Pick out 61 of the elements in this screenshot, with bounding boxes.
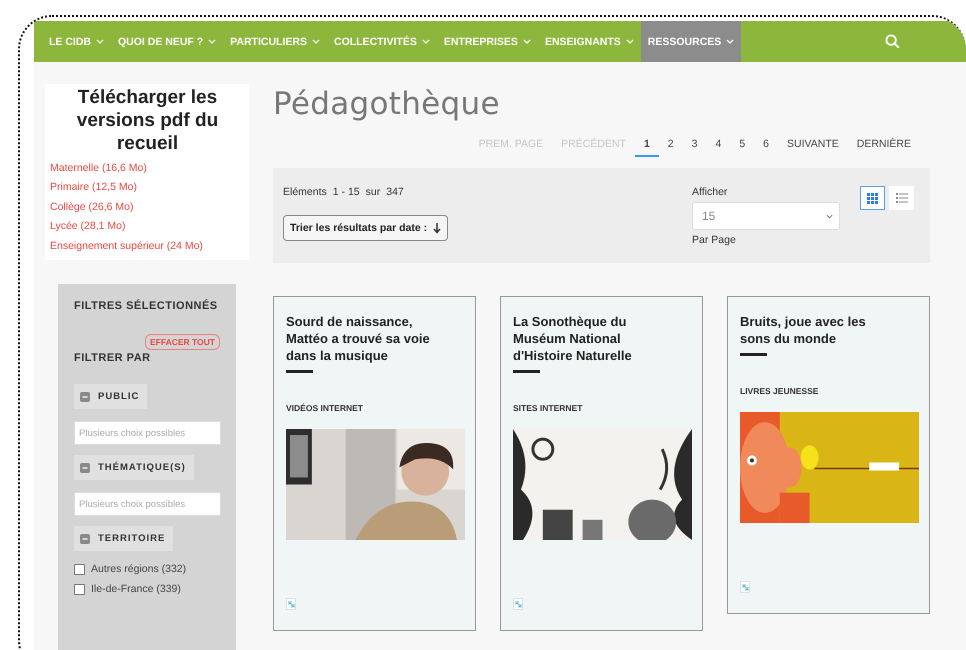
pagination-link[interactable]: 5 <box>730 138 754 157</box>
card-title: La Sonothèque du Muséum National d'Histoire Naturelle <box>513 313 633 364</box>
pagination-link[interactable]: 2 <box>658 138 683 157</box>
elements-label: Eléments <box>283 186 327 198</box>
resource-card[interactable]: La Sonothèque du Muséum National d'Histoire Naturelle SITES INTERNET <box>500 296 703 631</box>
checkbox[interactable] <box>74 584 85 595</box>
filter-by-heading: FILTRER PAR <box>74 352 152 364</box>
filter-input-field[interactable]: Plusieurs choix possibles <box>74 492 221 516</box>
checkbox[interactable] <box>74 564 85 575</box>
card-title: Sourd de naissance, Mattéo a trouvé sa voie dans la musique <box>286 313 431 364</box>
bookmark-icon[interactable] <box>740 581 750 593</box>
caret-icon <box>726 39 734 44</box>
pdf-link[interactable]: Enseignement supérieur (24 Mo) <box>50 236 245 256</box>
per-page-select[interactable]: 15 <box>692 202 840 230</box>
grid-view-button[interactable] <box>860 186 885 210</box>
search-icon[interactable] <box>885 34 900 49</box>
caret-icon <box>96 39 104 44</box>
range-text: 1 - 15 <box>332 186 360 198</box>
resource-card[interactable]: Sourd de naissance, Mattéo a trouvé sa voie dans la musique VIDÉOS INTERNET <box>273 296 476 631</box>
total-count: 347 <box>386 186 404 198</box>
caret-icon <box>422 39 430 44</box>
card-title: Bruits, joue avec les sons du monde <box>740 313 867 347</box>
pagination-link[interactable]: 4 <box>706 138 730 157</box>
card-category: SITES INTERNET <box>513 403 584 413</box>
pagination-link[interactable]: DERNIÈRE <box>848 138 920 157</box>
caret-icon <box>522 39 531 44</box>
download-title: Télécharger les versions pdf du recueil <box>76 86 220 155</box>
grid-icon <box>867 192 878 204</box>
pagination-link[interactable]: SUIVANTE <box>778 138 848 157</box>
caret-icon <box>826 214 833 218</box>
bookmark-icon[interactable] <box>513 598 523 610</box>
card-category: VIDÉOS INTERNET <box>286 403 364 413</box>
card-category: LIVRES JEUNESSE <box>740 386 820 396</box>
filter-group-toggle[interactable]: TERRITOIRE <box>74 526 174 552</box>
checkbox-label[interactable]: Autres régions (332) <box>91 563 186 576</box>
list-view-button[interactable] <box>889 186 914 210</box>
page-title: Pédagothèque <box>273 86 501 122</box>
filters-heading: FILTRES SÉLECTIONNÉS <box>74 300 219 312</box>
filter-group-toggle[interactable]: THÉMATIQUE(S) <box>74 455 194 480</box>
caret-icon <box>208 39 216 44</box>
pdf-link[interactable]: Collège (26,6 Mo) <box>50 198 245 218</box>
pdf-link[interactable]: Primaire (12,5 Mo) <box>50 178 245 198</box>
arrow-down-icon <box>433 222 442 234</box>
pagination-link[interactable]: 6 <box>754 138 778 157</box>
pdf-link[interactable]: Maternelle (16,6 Mo) <box>50 159 245 178</box>
pdf-link[interactable]: Lycée (28,1 Mo) <box>50 217 245 237</box>
per-page-label: Par Page <box>692 234 737 246</box>
nav-item[interactable]: RESSOURCES <box>640 21 742 62</box>
checkbox-label[interactable]: Ile-de-France (339) <box>91 583 181 596</box>
bookmark-icon[interactable] <box>286 598 296 610</box>
list-icon <box>896 193 908 203</box>
filter-input-field[interactable]: Plusieurs choix possibles <box>74 421 221 446</box>
caret-icon <box>626 39 634 44</box>
pagination-link[interactable]: 1 <box>634 138 659 157</box>
of-text: sur <box>366 186 380 198</box>
caret-icon <box>312 39 320 44</box>
show-label: Afficher <box>692 186 728 198</box>
sort-button[interactable]: Trier les résultats par date : <box>283 215 448 241</box>
pagination-link[interactable]: 3 <box>682 138 706 157</box>
resource-card[interactable]: Bruits, joue avec les sons du monde LIVRES JEUNESSE <box>727 296 930 614</box>
filter-group-toggle[interactable]: PUBLIC <box>74 384 148 410</box>
